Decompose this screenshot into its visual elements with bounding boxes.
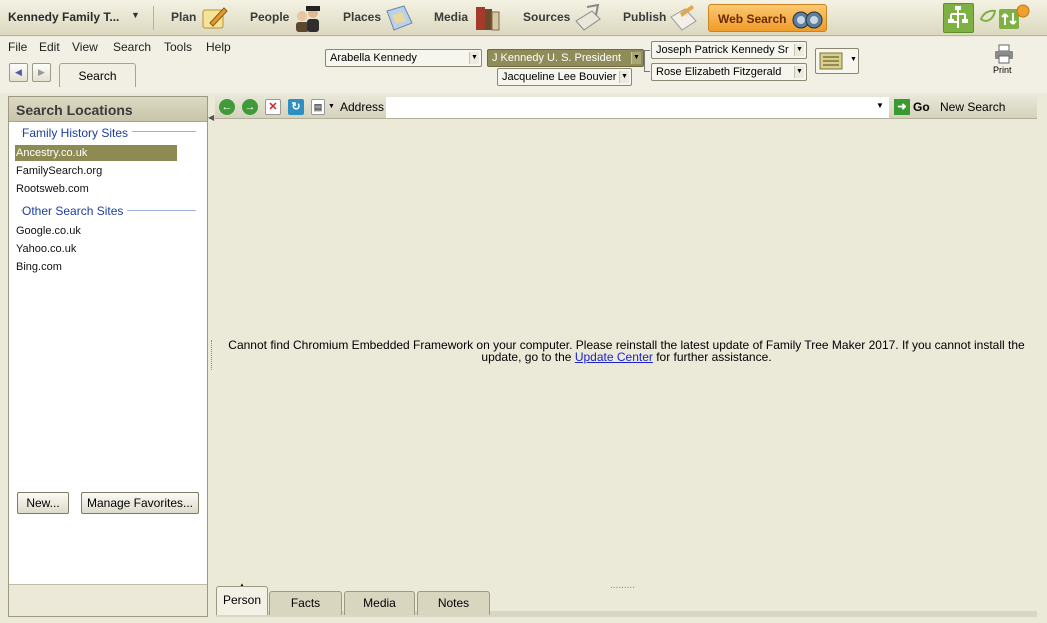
printer-icon[interactable] — [994, 44, 1014, 64]
browser-forward-icon[interactable]: → — [242, 99, 258, 115]
go-button[interactable]: Go — [913, 100, 930, 114]
tab-search[interactable]: Search — [59, 63, 136, 87]
nav-media-label[interactable]: Media — [434, 10, 468, 24]
site-bing[interactable]: Bing.com — [16, 261, 62, 273]
selected-person-name: J Kennedy U. S. President — [492, 52, 622, 64]
nav-sources-label[interactable]: Sources — [523, 10, 570, 24]
places-icon[interactable] — [384, 3, 414, 33]
address-label: Address — [340, 100, 385, 114]
chevron-down-icon[interactable]: ▼ — [619, 71, 629, 83]
site-ancestry[interactable]: Ancestry.co.uk — [16, 147, 87, 159]
nav-people-label[interactable]: People — [250, 10, 289, 24]
menu-help[interactable]: Help — [206, 40, 231, 54]
group-other-search-sites: Other Search Sites — [22, 204, 128, 218]
toolbar-divider — [153, 6, 154, 30]
collapse-panel-icon[interactable]: ◀ — [208, 113, 214, 122]
binoculars-icon — [792, 11, 823, 29]
update-center-link[interactable]: Update Center — [575, 350, 653, 364]
page-options-icon[interactable]: ▤ — [311, 99, 325, 115]
chevron-down-icon[interactable]: ▼ — [328, 103, 335, 110]
father-selector[interactable]: Joseph Patrick Kennedy Sr ▼ — [651, 41, 807, 59]
sync-leaf-icon — [979, 4, 1030, 29]
publish-icon[interactable] — [668, 3, 698, 33]
panel-title: Search Locations — [16, 102, 133, 118]
panel-header: Search Locations — [9, 97, 207, 122]
tree-icon — [948, 6, 968, 28]
family-view-menu[interactable]: ▼ — [815, 48, 859, 74]
site-familysearch[interactable]: FamilySearch.org — [16, 165, 102, 177]
web-search-button[interactable]: Web Search — [708, 4, 827, 32]
new-search-button[interactable]: New Search — [940, 100, 1005, 114]
new-location-button[interactable]: New... — [17, 492, 69, 514]
chevron-down-icon[interactable]: ▼ — [469, 52, 479, 64]
family-tree-view-button[interactable] — [943, 3, 974, 33]
forward-arrow-icon[interactable]: ▶ — [32, 63, 51, 82]
search-locations-panel: Search Locations Family History Sites An… — [8, 96, 208, 617]
spouse2-selector[interactable]: Jacqueline Lee Bouvier ▼ — [497, 68, 632, 86]
stop-icon[interactable]: ✕ — [265, 99, 281, 115]
tree-dropdown-icon[interactable]: ▼ — [131, 10, 140, 20]
error-text-end: for further assistance. — [652, 350, 772, 364]
nav-places-label[interactable]: Places — [343, 10, 381, 24]
web-search-label: Web Search — [718, 12, 787, 26]
print-label[interactable]: Print — [993, 65, 1012, 75]
site-google[interactable]: Google.co.uk — [16, 225, 81, 237]
tab-media[interactable]: Media — [344, 591, 415, 615]
go-arrow-icon[interactable]: ➜ — [894, 99, 910, 115]
tree-name[interactable]: Kennedy Family T... — [8, 10, 119, 24]
spouse-name: Arabella Kennedy — [330, 52, 417, 64]
manage-favorites-button[interactable]: Manage Favorites... — [81, 492, 199, 514]
nav-publish-label[interactable]: Publish — [623, 10, 666, 24]
menu-edit[interactable]: Edit — [39, 40, 60, 54]
tab-notes[interactable]: Notes — [417, 591, 490, 615]
chevron-down-icon[interactable]: ▼ — [631, 52, 641, 64]
spouse2-name: Jacqueline Lee Bouvier — [502, 71, 617, 83]
splitter-handle[interactable] — [211, 340, 212, 370]
address-input[interactable] — [386, 97, 889, 118]
menu-file[interactable]: File — [8, 40, 27, 54]
chevron-down-icon[interactable]: ▼ — [794, 44, 804, 56]
menu-search[interactable]: Search — [113, 40, 151, 54]
site-rootsweb[interactable]: Rootsweb.com — [16, 183, 89, 195]
selected-person-selector[interactable]: J Kennedy U. S. President ▼ — [487, 49, 644, 67]
mother-name: Rose Elizabeth Fitzgerald — [656, 66, 782, 78]
pedigree-connector — [644, 50, 650, 72]
tab-facts[interactable]: Facts — [269, 591, 342, 615]
spouse-selector[interactable]: Arabella Kennedy ▼ — [325, 49, 482, 67]
menu-view[interactable]: View — [72, 40, 98, 54]
browser-back-icon[interactable]: ← — [219, 99, 235, 115]
nav-plan-label[interactable]: Plan — [171, 10, 196, 24]
menu-tools[interactable]: Tools — [164, 40, 192, 54]
back-arrow-icon[interactable]: ◀ — [9, 63, 28, 82]
people-icon[interactable] — [292, 3, 322, 33]
refresh-icon[interactable]: ↻ — [288, 99, 304, 115]
site-yahoo[interactable]: Yahoo.co.uk — [16, 243, 76, 255]
chevron-down-icon[interactable]: ▼ — [794, 66, 804, 78]
group-family-history-sites: Family History Sites — [22, 126, 133, 140]
plan-icon[interactable] — [200, 3, 230, 33]
mother-selector[interactable]: Rose Elizabeth Fitzgerald ▼ — [651, 63, 807, 81]
media-icon[interactable] — [472, 3, 502, 33]
panel-footer — [9, 584, 207, 616]
sources-icon[interactable] — [573, 3, 603, 33]
sync-button[interactable] — [977, 3, 1033, 33]
family-group-icon — [819, 52, 843, 70]
error-message: Cannot find Chromium Embedded Framework … — [216, 339, 1037, 363]
address-dropdown-icon[interactable]: ▼ — [876, 101, 884, 110]
splitter-dots[interactable]: ......... — [610, 580, 635, 591]
father-name: Joseph Patrick Kennedy Sr — [656, 44, 789, 56]
tab-person[interactable]: Person — [216, 586, 268, 615]
chevron-down-icon: ▼ — [850, 56, 857, 63]
